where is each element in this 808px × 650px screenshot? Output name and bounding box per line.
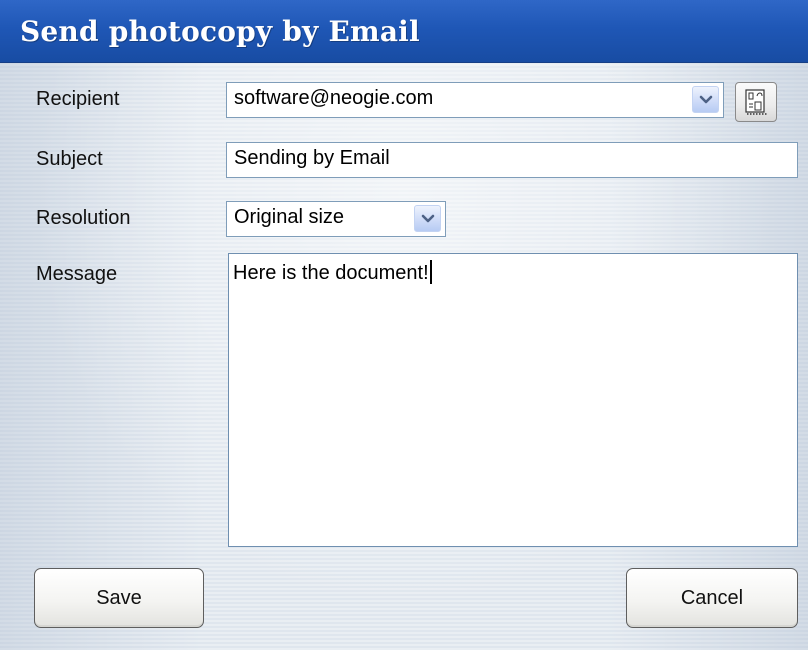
save-button[interactable]: Save: [34, 568, 204, 628]
message-label: Message: [36, 263, 118, 285]
message-textarea[interactable]: Here is the document!: [228, 253, 798, 547]
address-book-button[interactable]: [735, 82, 777, 122]
subject-label: Subject: [36, 148, 103, 170]
recipient-value: software@neogie.com: [234, 87, 434, 109]
recipient-dropdown-button[interactable]: [692, 86, 719, 113]
subject-input[interactable]: Sending by Email: [226, 142, 798, 178]
recipient-label: Recipient: [36, 88, 120, 110]
resolution-label: Resolution: [36, 207, 131, 229]
resolution-value: Original size: [234, 206, 345, 228]
recipient-combobox[interactable]: software@neogie.com: [226, 82, 724, 118]
send-email-dialog: Send photocopy by Email Recipient softwa…: [0, 0, 808, 650]
message-value: Here is the document!: [233, 260, 432, 285]
resolution-dropdown-button[interactable]: [414, 205, 441, 232]
title-bar: Send photocopy by Email: [0, 0, 808, 63]
text-caret: [429, 260, 432, 284]
cancel-button[interactable]: Cancel: [626, 568, 798, 628]
dialog-title: Send photocopy by Email: [20, 15, 420, 48]
resolution-select[interactable]: Original size: [226, 201, 446, 237]
address-book-icon: [745, 89, 767, 115]
chevron-down-icon: [699, 95, 712, 103]
subject-value: Sending by Email: [234, 147, 390, 169]
chevron-down-icon: [421, 214, 434, 222]
